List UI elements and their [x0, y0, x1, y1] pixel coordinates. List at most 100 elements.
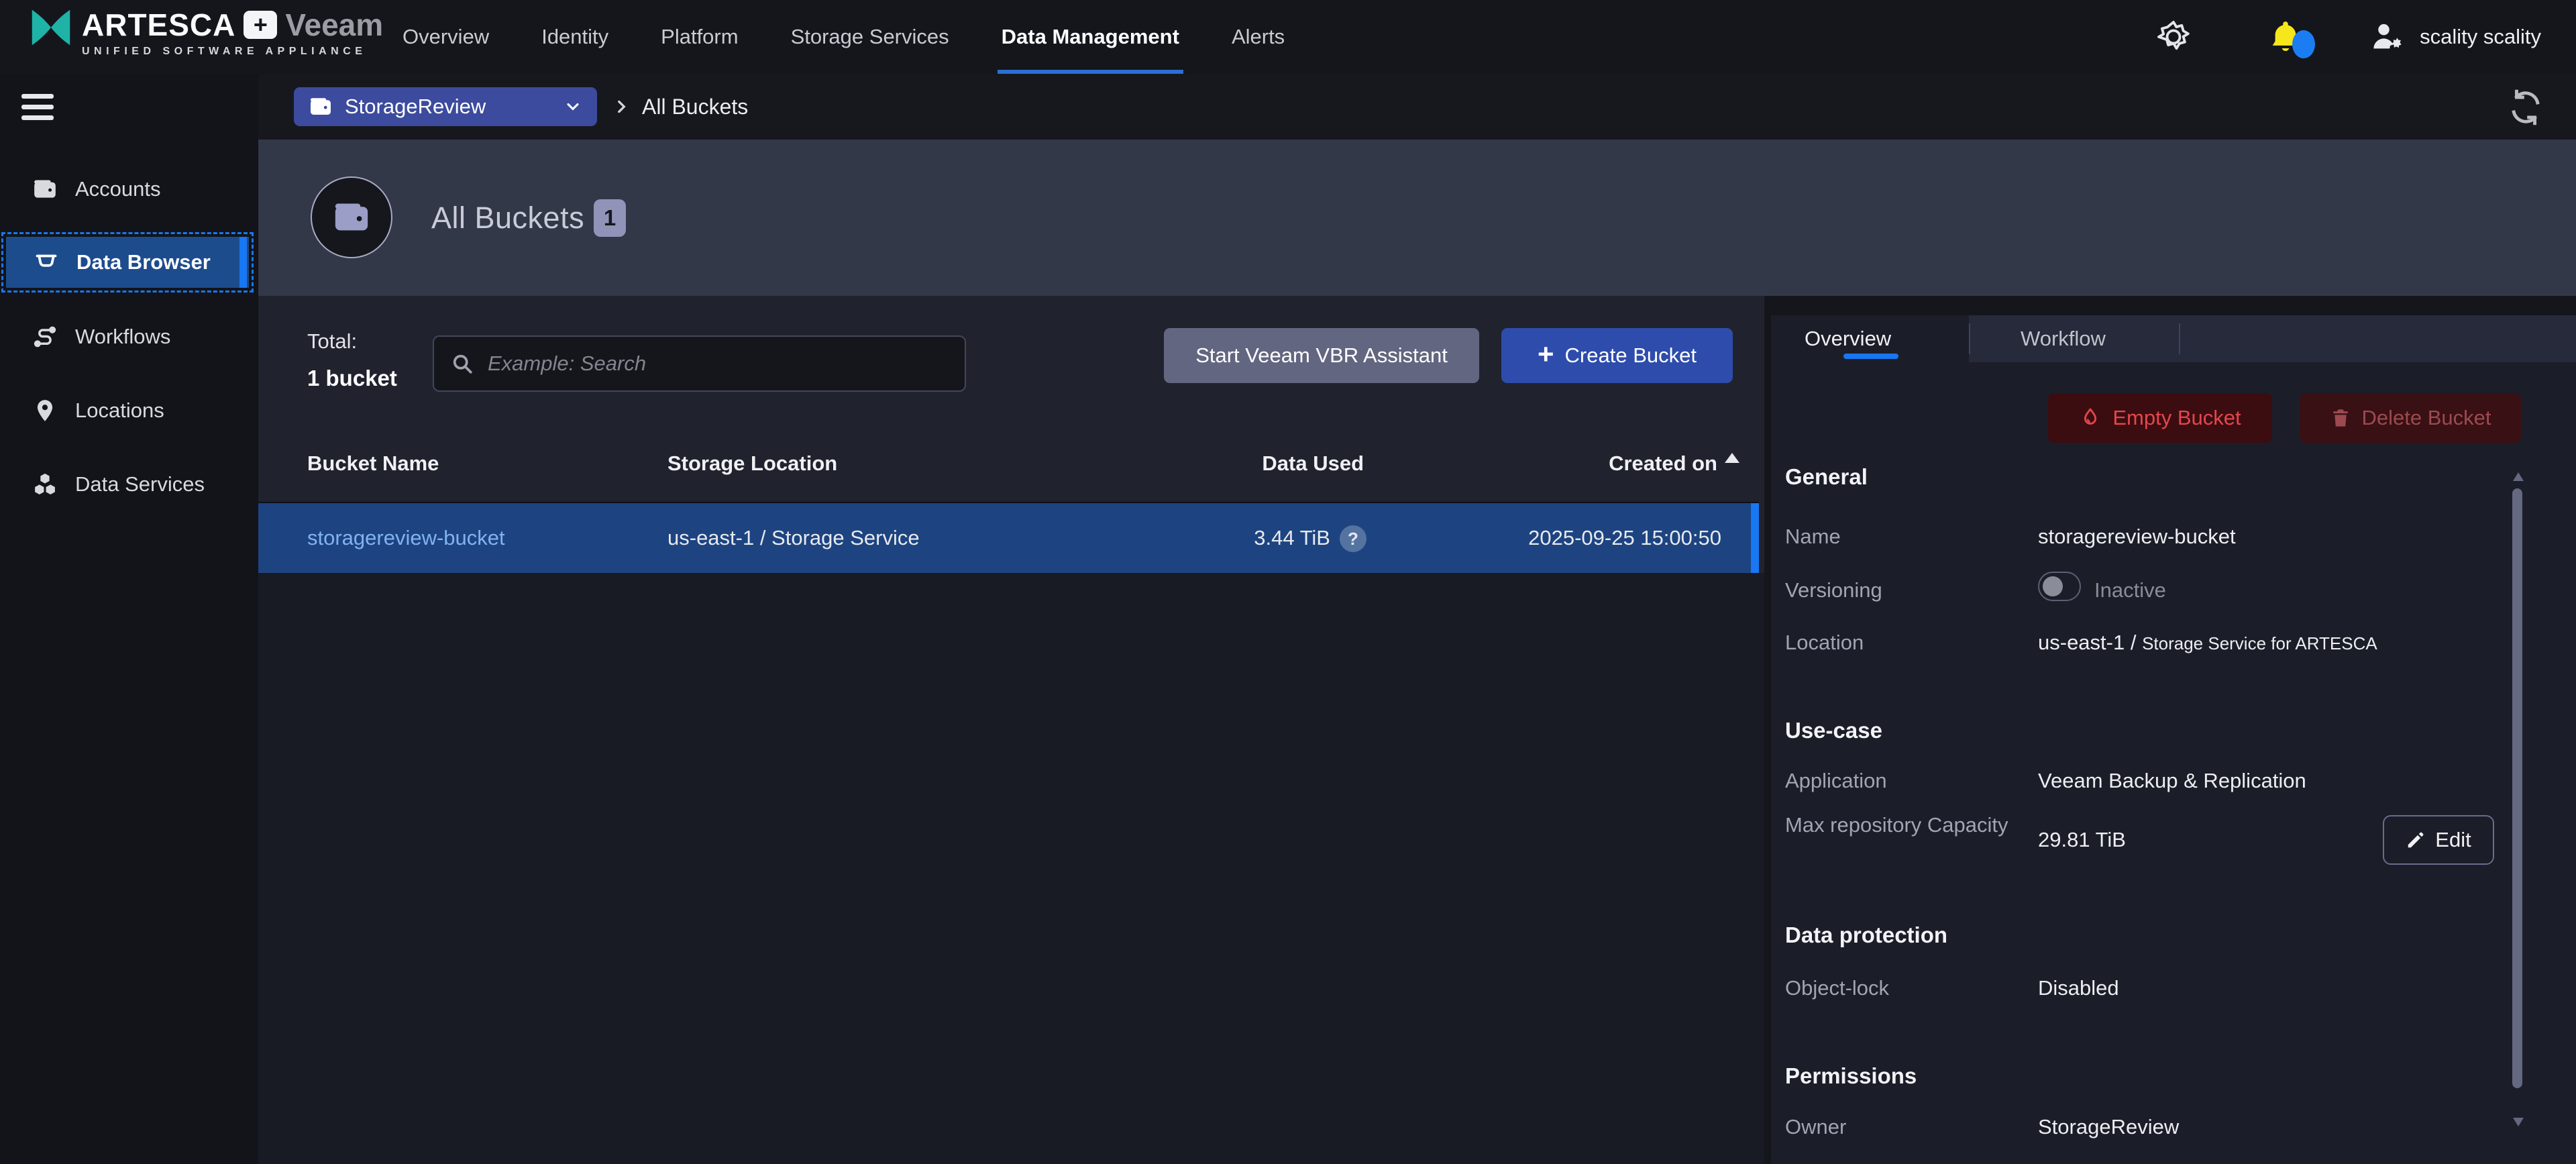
scrollbar-thumb[interactable]	[2512, 488, 2522, 1088]
search-input[interactable]	[488, 352, 949, 376]
create-bucket-label: Create Bucket	[1565, 343, 1697, 368]
location-label: Location	[1785, 631, 1864, 655]
sidebar-item-label: Locations	[75, 399, 164, 423]
tab-overview[interactable]: Overview	[1771, 315, 1969, 362]
breadcrumb: StorageReview All Buckets	[258, 74, 2576, 140]
edit-capacity-button[interactable]: Edit	[2383, 815, 2494, 865]
versioning-state: Inactive	[2094, 578, 2166, 602]
panel-tabstrip: Overview Workflow	[1771, 315, 2576, 362]
notification-badge-dot	[2292, 30, 2315, 58]
data-used-help-icon[interactable]: ?	[1340, 525, 1366, 552]
name-label: Name	[1785, 525, 1841, 549]
bucket-name-link[interactable]: storagereview-bucket	[307, 503, 505, 573]
scrollbar-down-arrow[interactable]	[2513, 1118, 2524, 1126]
nav-storage-services[interactable]: Storage Services	[791, 0, 949, 74]
artesca-logo-icon	[30, 8, 72, 47]
user-menu[interactable]: scality scality	[2369, 19, 2541, 54]
nav-data-management[interactable]: Data Management	[1002, 0, 1179, 74]
total-label: Total:	[307, 329, 357, 354]
column-data-used[interactable]: Data Used	[1196, 452, 1364, 476]
sidebar-item-data-browser[interactable]: Data Browser	[1, 232, 254, 293]
toggle-knob	[2043, 576, 2063, 596]
chevron-down-icon	[564, 97, 582, 116]
versioning-toggle[interactable]	[2038, 572, 2081, 601]
wallet-icon	[332, 198, 371, 237]
all-buckets-avatar	[311, 176, 392, 258]
app-logo: ARTESCA + Veeam UNIFIED SOFTWARE APPLIAN…	[30, 8, 383, 58]
application-value: Veeam Backup & Replication	[2038, 769, 2306, 793]
sidebar-item-label: Accounts	[75, 177, 161, 201]
delete-bucket-label: Delete Bucket	[2362, 406, 2491, 430]
owner-label: Owner	[1785, 1115, 1846, 1139]
wallet-icon	[309, 95, 333, 119]
trash-icon	[2330, 407, 2351, 429]
scrollbar-up-arrow[interactable]	[2513, 472, 2524, 481]
start-veeam-vbr-assistant-button[interactable]: Start Veeam VBR Assistant	[1164, 328, 1479, 383]
sidebar-item-locations[interactable]: Locations	[0, 389, 258, 432]
breadcrumb-separator-icon	[612, 74, 630, 140]
top-bar: ARTESCA + Veeam UNIFIED SOFTWARE APPLIAN…	[0, 0, 2576, 74]
sidebar-item-label: Data Services	[75, 472, 205, 496]
versioning-label: Versioning	[1785, 578, 1882, 602]
location-detail: Storage Service for ARTESCA	[2142, 633, 2377, 653]
tab-workflow[interactable]: Workflow	[2021, 315, 2106, 362]
workflow-route-icon	[32, 324, 58, 350]
sidebar-item-label: Data Browser	[76, 250, 211, 274]
eraser-droplet-icon	[2079, 407, 2102, 429]
empty-bucket-button[interactable]: Empty Bucket	[2048, 393, 2272, 443]
bucket-detail-panel: Overview Workflow Empty Bucket Delete Bu…	[1771, 315, 2576, 1164]
app-screen: ARTESCA + Veeam UNIFIED SOFTWARE APPLIAN…	[0, 0, 2576, 1164]
bucket-search	[433, 335, 966, 392]
row-selection-bar	[1751, 503, 1759, 573]
section-use-case-title: Use-case	[1785, 718, 1882, 743]
column-bucket-name[interactable]: Bucket Name	[307, 452, 439, 476]
bucket-data-used: 3.44 TiB	[1163, 503, 1330, 573]
page-title: All Buckets	[431, 140, 584, 296]
section-permissions-title: Permissions	[1785, 1063, 1917, 1089]
user-name: scality scality	[2420, 25, 2541, 49]
section-data-protection-title: Data protection	[1785, 922, 1947, 948]
page-header: All Buckets 1	[258, 140, 2576, 296]
settings-gear-icon[interactable]	[2155, 19, 2192, 55]
object-lock-value: Disabled	[2038, 976, 2119, 1000]
sidebar-item-accounts[interactable]: Accounts	[0, 168, 258, 211]
max-repository-capacity-label: Max repository Capacity	[1785, 810, 2013, 841]
refresh-icon[interactable]	[2507, 89, 2544, 126]
sidebar: Accounts Data Browser Workflows	[0, 74, 258, 1164]
application-label: Application	[1785, 769, 1887, 793]
sort-ascending-icon[interactable]	[1725, 453, 1739, 463]
table-row[interactable]: storagereview-bucket us-east-1 / Storage…	[258, 502, 1759, 573]
top-right-actions: scality scality	[2155, 0, 2541, 74]
sidebar-item-workflows[interactable]: Workflows	[0, 315, 258, 358]
breadcrumb-current-page: All Buckets	[642, 74, 748, 140]
tab-divider	[2179, 323, 2180, 354]
user-gear-icon	[2369, 19, 2408, 54]
location-region: us-east-1 /	[2038, 631, 2142, 654]
nav-overview[interactable]: Overview	[402, 0, 489, 74]
bucket-storage-location: us-east-1 / Storage Service	[667, 503, 920, 573]
nav-alerts[interactable]: Alerts	[1232, 0, 1285, 74]
create-bucket-button[interactable]: + Create Bucket	[1501, 328, 1733, 383]
name-value: storagereview-bucket	[2038, 525, 2236, 549]
sidebar-item-label: Workflows	[75, 325, 170, 349]
logo-partner: Veeam	[285, 8, 383, 42]
sidebar-item-data-services[interactable]: Data Services	[0, 463, 258, 506]
edit-label: Edit	[2435, 828, 2471, 852]
logo-subtitle: UNIFIED SOFTWARE APPLIANCE	[82, 46, 383, 58]
sidebar-collapse-button[interactable]	[21, 94, 54, 120]
nav-platform[interactable]: Platform	[661, 0, 738, 74]
column-created-on[interactable]: Created on	[1498, 452, 1717, 476]
table-header: Bucket Name Storage Location Data Used C…	[258, 452, 1764, 481]
notifications-bell-icon[interactable]	[2267, 18, 2304, 56]
tab-divider	[1969, 323, 1970, 354]
nav-identity[interactable]: Identity	[541, 0, 608, 74]
bucket-count-badge: 1	[594, 199, 626, 237]
active-tab-indicator	[1843, 354, 1898, 359]
selected-account-label: StorageReview	[345, 95, 551, 119]
account-selector-dropdown[interactable]: StorageReview	[294, 87, 597, 126]
delete-bucket-button[interactable]: Delete Bucket	[2300, 393, 2521, 443]
search-icon	[450, 352, 474, 376]
table-empty-area	[258, 573, 1764, 1164]
column-storage-location[interactable]: Storage Location	[667, 452, 837, 476]
bucket-icon	[34, 250, 59, 275]
